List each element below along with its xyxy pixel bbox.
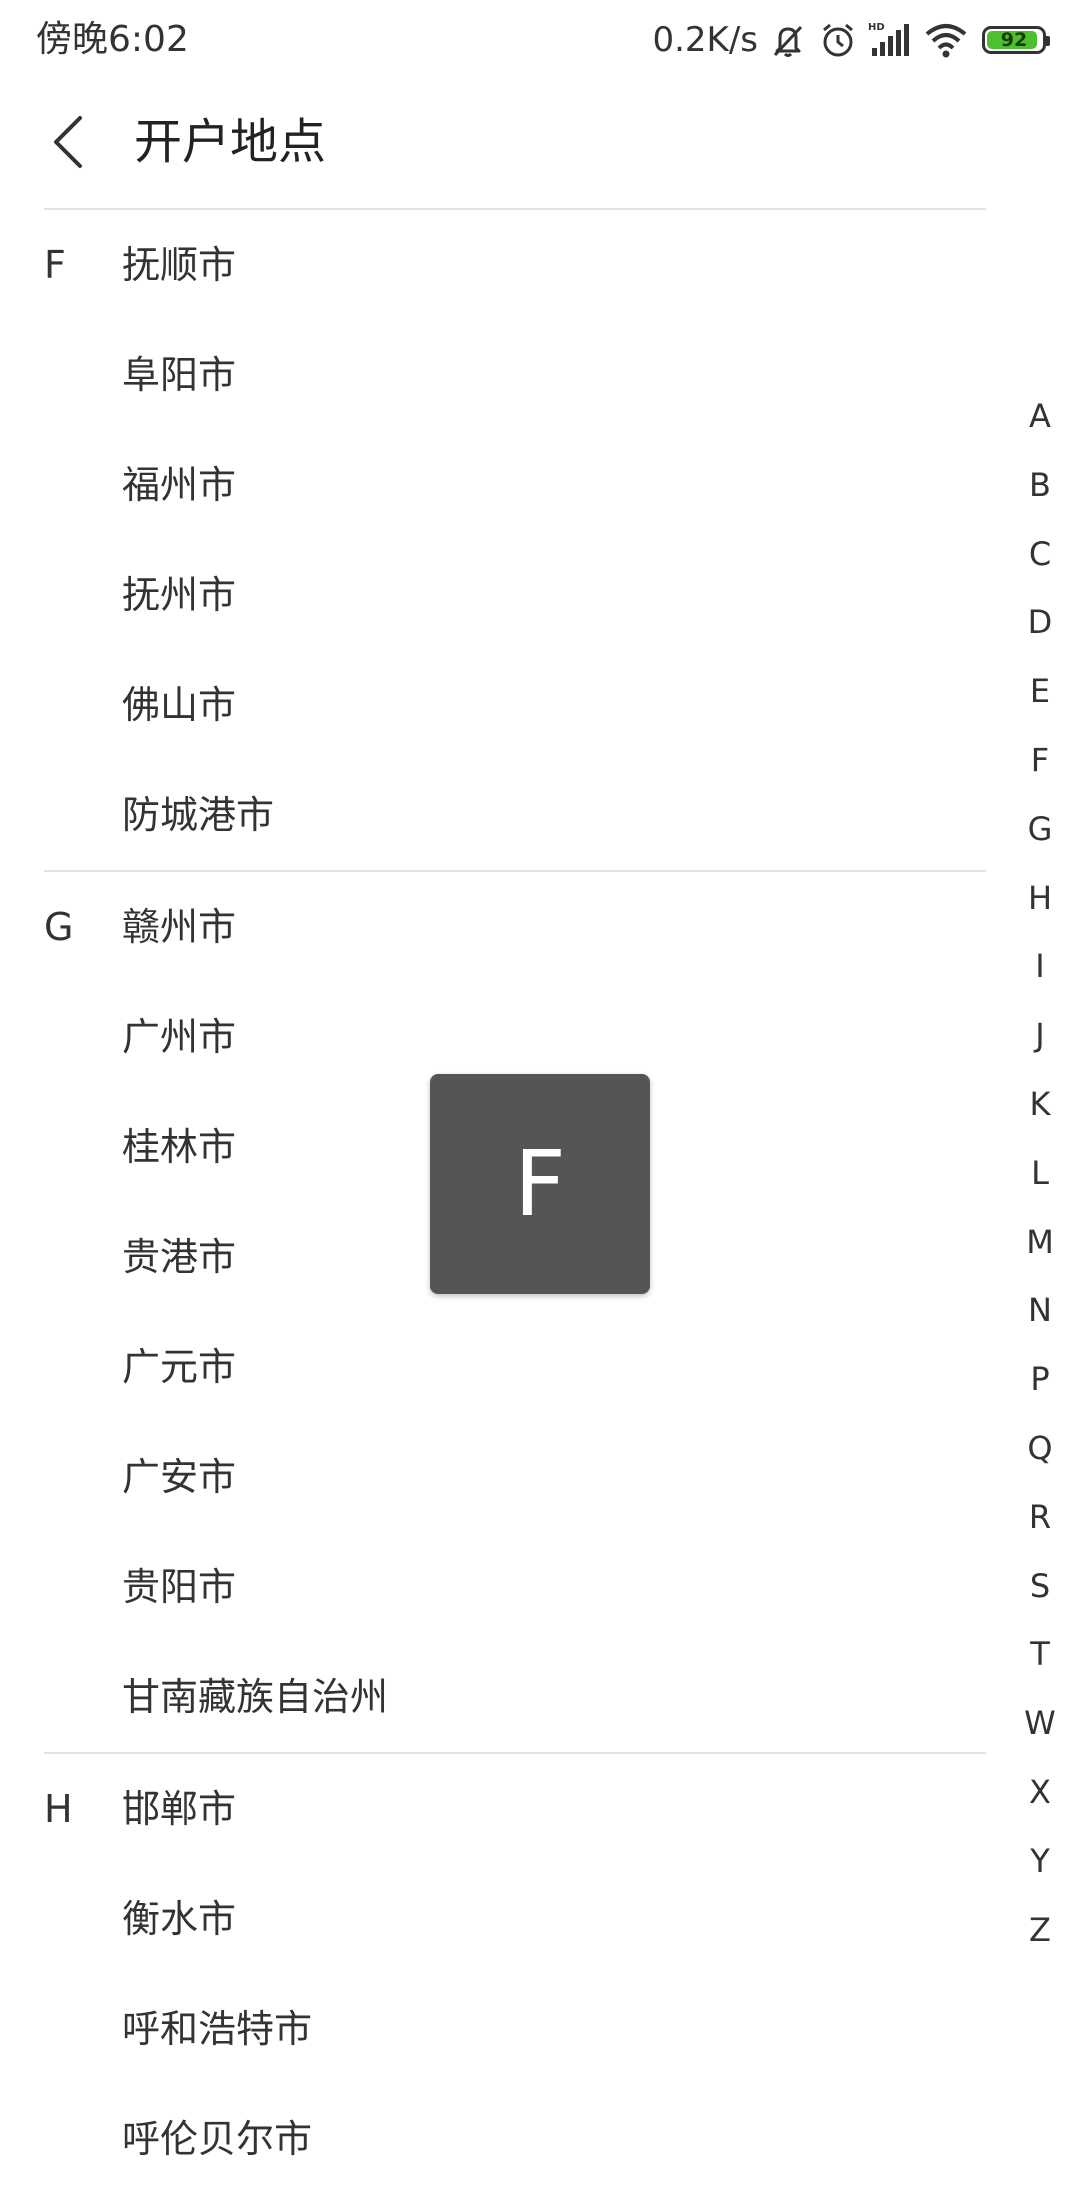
back-button[interactable] [36,110,100,174]
status-bar: 傍晚6:02 0.2K/s HD 92 [0,0,1080,80]
group-letter: F [44,243,66,287]
index-letter[interactable]: Q [1000,1414,1080,1483]
index-letter[interactable]: M [1000,1208,1080,1277]
index-letter[interactable]: L [1000,1139,1080,1208]
city-list-item[interactable]: 衡水市 [44,1864,986,1974]
network-speed: 0.2K/s [652,20,758,60]
city-list-item[interactable]: 防城港市 [0,760,1000,870]
city-list-item[interactable]: 甘南藏族自治州 [44,1642,986,1752]
city-list-item[interactable]: 邯郸市 [44,1754,986,1864]
index-letter[interactable]: Y [1000,1827,1080,1896]
city-group: F 抚顺市 阜阳市 福州市 抚州市 佛山市 防城港市 [0,210,1000,870]
index-letter[interactable]: K [1000,1070,1080,1139]
city-list-item[interactable]: 抚顺市 [0,210,1000,320]
alphabet-index-bar[interactable]: ABCDEFGHIJKLMNPQRSTWXYZ [1000,382,1080,1964]
index-letter[interactable]: R [1000,1483,1080,1552]
index-letter[interactable]: F [1000,726,1080,795]
current-letter-toast: F [430,1074,650,1294]
index-letter[interactable]: E [1000,657,1080,726]
city-group: G 赣州市 广州市 桂林市 贵港市 广元市 广安市 贵阳市 甘南藏族自治州 [44,870,986,1752]
group-letter: H [44,1787,73,1831]
city-list-item[interactable]: 呼伦贝尔市 [44,2084,986,2194]
city-list-item[interactable]: 佛山市 [0,650,1000,760]
city-list-item[interactable]: 阜阳市 [0,320,1000,430]
group-letter: G [44,905,74,949]
status-time: 傍晚6:02 [36,19,189,60]
page-title: 开户地点 [134,114,327,170]
battery-level: 92 [1000,29,1028,51]
status-icons: 0.2K/s HD 92 [652,14,1050,66]
city-list-item[interactable]: 广安市 [44,1422,986,1532]
app-header: 开户地点 [0,80,1080,208]
svg-text:HD: HD [868,22,885,33]
city-list-item[interactable]: 呼和浩特市 [44,1974,986,2084]
index-letter[interactable]: W [1000,1689,1080,1758]
city-list-item[interactable]: 福州市 [0,430,1000,540]
battery-icon: 92 [982,26,1050,54]
index-letter[interactable]: P [1000,1345,1080,1414]
alarm-icon [818,20,858,60]
index-letter[interactable]: X [1000,1758,1080,1827]
index-letter[interactable]: N [1000,1276,1080,1345]
city-list-item[interactable]: 广元市 [44,1312,986,1422]
index-letter[interactable]: H [1000,864,1080,933]
hd-signal-icon: HD [868,20,914,60]
index-letter[interactable]: Z [1000,1896,1080,1965]
index-letter[interactable]: J [1000,1001,1080,1070]
index-letter[interactable]: B [1000,451,1080,520]
index-letter[interactable]: D [1000,588,1080,657]
index-letter[interactable]: I [1000,932,1080,1001]
index-letter[interactable]: C [1000,520,1080,589]
city-list-item[interactable]: 赣州市 [44,872,986,982]
index-letter[interactable]: A [1000,382,1080,451]
index-letter[interactable]: T [1000,1620,1080,1689]
city-group: H 邯郸市 衡水市 呼和浩特市 呼伦贝尔市 [44,1752,986,2194]
wifi-icon [924,20,968,60]
mute-bell-icon [768,20,808,60]
index-letter[interactable]: S [1000,1552,1080,1621]
index-letter[interactable]: G [1000,795,1080,864]
city-list-item[interactable]: 贵阳市 [44,1532,986,1642]
city-list-item[interactable]: 抚州市 [0,540,1000,650]
chevron-left-icon [54,116,82,168]
